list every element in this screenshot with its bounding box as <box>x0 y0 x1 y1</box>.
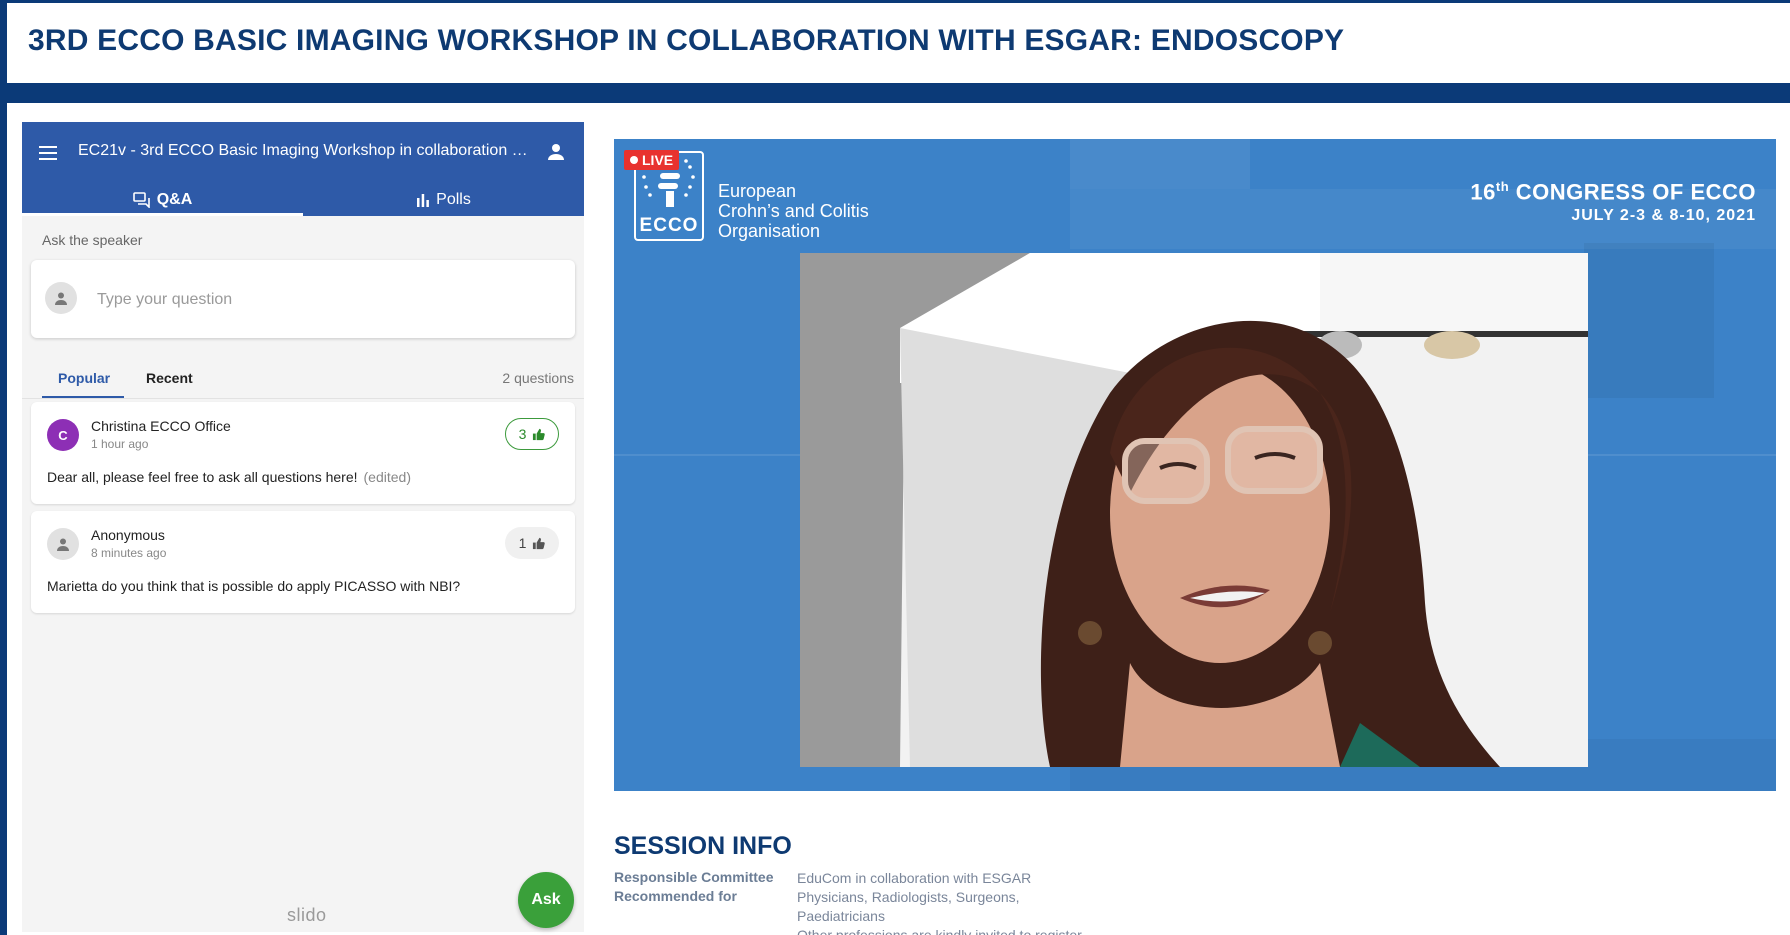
recommended-for-value-line: Paediatricians <box>797 908 885 924</box>
thumbs-up-icon <box>533 428 546 440</box>
like-count: 1 <box>518 535 527 551</box>
background-tile <box>1584 243 1714 398</box>
question-input[interactable] <box>97 288 537 312</box>
active-tab-indicator <box>22 213 303 216</box>
responsible-committee-value: EduCom in collaboration with ESGAR <box>797 870 1032 886</box>
thumbs-up-icon <box>533 537 546 549</box>
sort-recent-tab[interactable]: Recent <box>146 370 193 386</box>
session-info-title: SESSION INFO <box>614 832 792 860</box>
author-avatar: C <box>47 419 79 451</box>
congress-number: 16 <box>1470 179 1496 205</box>
question-count: 2 questions <box>502 370 574 386</box>
like-count: 3 <box>518 426 527 442</box>
organisation-name-line: Organisation <box>718 221 821 241</box>
user-icon[interactable] <box>544 140 568 164</box>
tab-qa[interactable]: Q&A <box>22 184 303 216</box>
slido-panel: EC21v - 3rd ECCO Basic Imaging Workshop … <box>22 122 584 932</box>
tab-polls-label: Polls <box>436 191 471 208</box>
question-author: Anonymous <box>91 527 165 543</box>
slido-logo: slido <box>287 905 327 925</box>
question-author: Christina ECCO Office <box>91 418 231 434</box>
recommended-for-value-line: Physicians, Radiologists, Surgeons, <box>797 889 1020 905</box>
question-text: Marietta do you think that is possible d… <box>47 578 461 594</box>
speaker-video <box>800 253 1588 767</box>
question-card: Anonymous 8 minutes ago 1 Marietta do yo… <box>31 511 575 613</box>
question-box[interactable] <box>31 260 575 338</box>
header-stripe <box>7 83 1790 103</box>
slido-header: EC21v - 3rd ECCO Basic Imaging Workshop … <box>22 122 584 216</box>
bar-chart-icon <box>417 194 430 207</box>
video-player[interactable]: LIVE ECCO European Crohn’s and Colitis O… <box>614 139 1776 791</box>
recommended-for-label: Recommended for <box>614 888 737 904</box>
congress-dates: JULY 2-3 & 8-10, 2021 <box>1571 207 1756 225</box>
congress-suffix: th <box>1495 179 1510 194</box>
organisation-name-line: European <box>718 181 797 201</box>
question-time: 8 minutes ago <box>91 546 167 560</box>
anonymous-avatar-icon <box>47 528 79 560</box>
responsible-committee-label: Responsible Committee <box>614 869 774 885</box>
recommended-for-value-line: Other professions are kindly invited to … <box>797 927 1082 935</box>
like-button[interactable]: 3 <box>505 418 559 450</box>
edited-marker: (edited) <box>363 469 411 485</box>
congress-title: 16th CONGRESS OF ECCO <box>1470 179 1756 205</box>
ask-button[interactable]: Ask <box>518 872 574 928</box>
page-title: 3RD ECCO BASIC IMAGING WORKSHOP IN COLLA… <box>28 24 1345 57</box>
ask-the-speaker-label: Ask the speaker <box>42 232 143 248</box>
organisation-name-line: Crohn’s and Colitis <box>718 201 869 221</box>
live-dot-icon <box>630 156 638 164</box>
divider <box>22 398 584 399</box>
sort-popular-tab[interactable]: Popular <box>58 370 110 386</box>
speaker-image <box>800 253 1588 767</box>
congress-name: CONGRESS OF ECCO <box>1509 179 1756 205</box>
event-title: EC21v - 3rd ECCO Basic Imaging Workshop … <box>78 142 528 159</box>
congress-banner: 16th CONGRESS OF ECCO JULY 2-3 & 8-10, 2… <box>1470 179 1756 225</box>
organisation-name: European Crohn’s and Colitis Organisatio… <box>718 181 869 241</box>
question-card: C Christina ECCO Office 1 hour ago 3 Dea… <box>31 402 575 504</box>
anonymous-avatar-icon <box>45 282 77 314</box>
like-button[interactable]: 1 <box>505 527 559 559</box>
background-tile <box>1070 139 1250 189</box>
question-time: 1 hour ago <box>91 437 149 451</box>
tab-qa-label: Q&A <box>156 191 193 208</box>
question-body: Dear all, please feel free to ask all qu… <box>47 469 358 485</box>
tab-polls[interactable]: Polls <box>303 184 584 216</box>
question-text: Dear all, please feel free to ask all qu… <box>47 469 411 485</box>
page-header: 3RD ECCO BASIC IMAGING WORKSHOP IN COLLA… <box>7 3 1790 83</box>
ecco-logo-text: ECCO <box>639 215 699 236</box>
chat-bubbles-icon <box>132 192 150 208</box>
live-label: LIVE <box>642 152 674 168</box>
hamburger-menu-icon[interactable] <box>36 142 60 166</box>
live-badge: LIVE <box>624 150 680 170</box>
